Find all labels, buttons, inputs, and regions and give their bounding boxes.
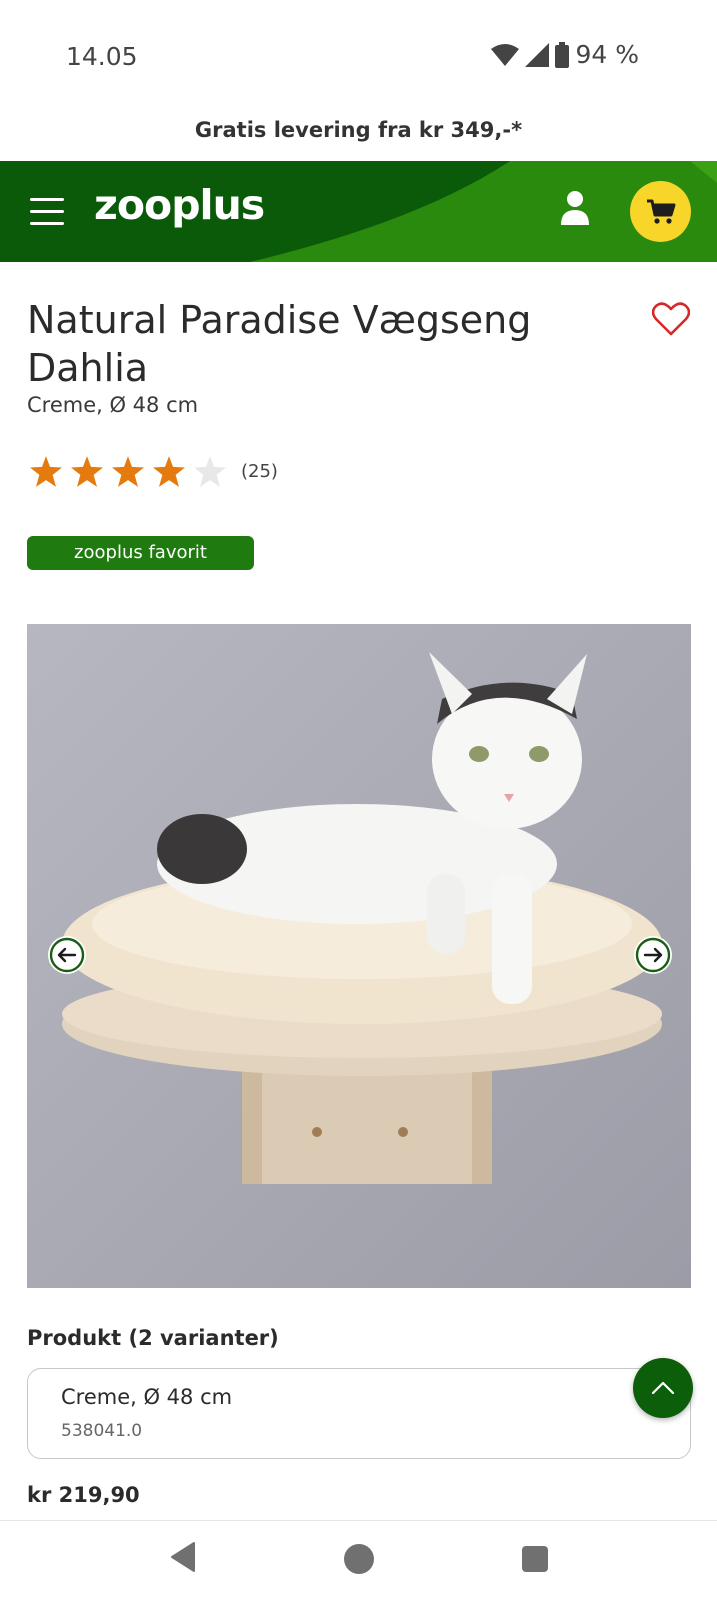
recents-icon[interactable] [522,1546,548,1572]
status-time: 14.05 [66,42,138,71]
arrow-right-icon [635,937,671,973]
battery-percentage: 94 % [575,40,639,69]
star-filled-icon [71,456,103,487]
carousel-prev-button[interactable] [48,936,86,974]
star-filled-icon [112,456,144,487]
product-subtitle: Creme, Ø 48 cm [27,393,199,417]
favorite-heart-icon[interactable] [652,302,690,336]
arrow-left-icon [49,937,85,973]
status-icons: 94 % [491,40,639,69]
scroll-to-top-button[interactable] [633,1358,693,1418]
site-header: zooplus [0,161,717,262]
product-title: Natural Paradise Vægseng Dahlia [27,298,532,390]
zooplus-favorite-badge: zooplus favorit [27,536,254,570]
selected-variant-name: Creme, Ø 48 cm [61,1385,233,1409]
status-bar: 14.05 94 % [0,0,717,112]
cart-icon [646,199,675,224]
star-filled-icon [153,456,185,487]
free-delivery-banner[interactable]: Gratis levering fra kr 349,-* [0,118,717,142]
menu-icon[interactable] [30,198,64,225]
product-image[interactable] [27,624,691,1288]
star-filled-icon [30,456,62,487]
variant-select[interactable]: Creme, Ø 48 cm 538041.0 [27,1368,691,1459]
home-icon[interactable] [344,1544,374,1574]
user-icon[interactable] [560,190,590,226]
zooplus-logo[interactable]: zooplus [94,181,265,229]
rating-count[interactable]: (25) [241,461,278,482]
wifi-icon [491,43,520,66]
star-empty-icon [194,456,226,487]
selected-variant-code: 538041.0 [61,1421,143,1441]
chevron-up-icon [651,1381,675,1395]
back-icon[interactable] [170,1541,196,1573]
cellular-signal-icon [525,42,550,67]
variants-label: Produkt (2 varianter) [27,1326,279,1350]
carousel-next-button[interactable] [634,936,672,974]
product-rating[interactable]: (25) [30,456,278,487]
cart-button[interactable] [630,181,691,242]
battery-icon [555,41,570,68]
product-photo [27,624,691,1288]
product-price: kr 219,90 [27,1483,140,1507]
system-navigation-bar [0,1520,717,1600]
